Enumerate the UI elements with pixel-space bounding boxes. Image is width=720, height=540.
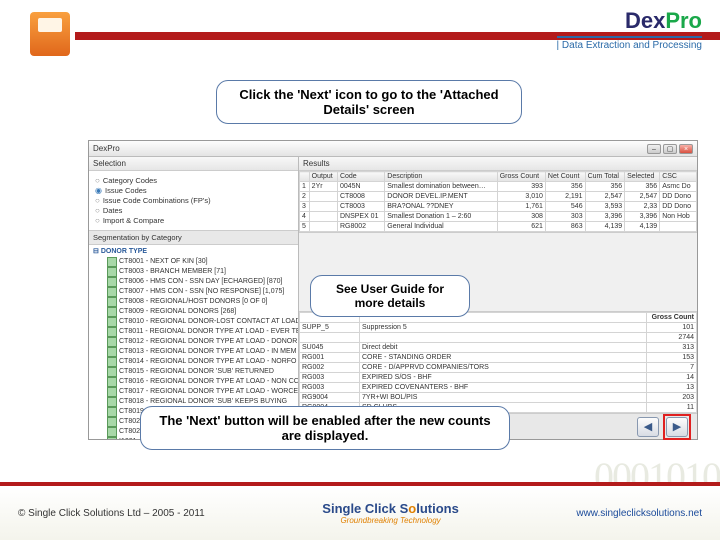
table-row[interactable]: 2744: [300, 333, 697, 343]
radio-category-codes[interactable]: Category Codes: [95, 176, 292, 185]
table-row[interactable]: RG003EXPIRED COVENANTERS - BHF13: [300, 383, 697, 393]
table-row[interactable]: RG002CORE - D/APPRVD COMPANIES/TORS7: [300, 363, 697, 373]
table-row[interactable]: 12Yr0045NSmallest domination between…393…: [300, 182, 697, 192]
tree-item[interactable]: CT8009 - REGIONAL DONORS [268]: [93, 307, 294, 317]
results-grid[interactable]: OutputCodeDescriptionGross CountNet Coun…: [299, 171, 697, 233]
brand-logo: DexPro | Data Extraction and Processing: [557, 8, 702, 51]
footer-url: www.singleclicksolutions.net: [576, 508, 702, 519]
app-title: DexPro: [93, 144, 647, 153]
tree-item[interactable]: CT8003 - BRANCH MEMBER [71]: [93, 267, 294, 277]
tree-item[interactable]: CT8014 - REGIONAL DONOR TYPE AT LOAD - N…: [93, 357, 294, 367]
back-button[interactable]: ◀: [637, 417, 659, 437]
minimize-button[interactable]: –: [647, 144, 661, 154]
suppression-grid[interactable]: Gross Count SUPP_5Suppression 51012744SU…: [299, 311, 697, 413]
table-row[interactable]: RG003EXPIRED S/OS - BHF14: [300, 373, 697, 383]
tree-item[interactable]: CT8001 - NEXT OF KIN [30]: [93, 257, 294, 267]
left-panel: Selection Category Codes Issue Codes Iss…: [89, 157, 299, 439]
tree-item[interactable]: CT8008 - REGIONAL/HOST DONORS [0 OF 0]: [93, 297, 294, 307]
callout-guide: See User Guide for more details: [310, 275, 470, 317]
table-row[interactable]: RG001CORE - STANDING ORDER153: [300, 353, 697, 363]
table-row[interactable]: RG90047YR+WI BOL/PIS203: [300, 393, 697, 403]
brand-dex: Dex: [625, 8, 665, 33]
table-row[interactable]: SUPP_5Suppression 5101: [300, 323, 697, 333]
footer-brand: Single Click Solutions Groundbreaking Te…: [322, 501, 459, 525]
table-row[interactable]: SU045Direct debit313: [300, 343, 697, 353]
radio-issue-combos[interactable]: Issue Code Combinations (FP's): [95, 196, 292, 205]
tree-root[interactable]: ⊟ DONOR TYPE: [93, 247, 294, 257]
table-row[interactable]: 4DNSPEX 01Smallest Donation 1 – 2:603083…: [300, 212, 697, 222]
tree-item[interactable]: CT8013 - REGIONAL DONOR TYPE AT LOAD - I…: [93, 347, 294, 357]
selection-radios: Category Codes Issue Codes Issue Code Co…: [89, 171, 298, 230]
tree-item[interactable]: CT8012 - REGIONAL DONOR TYPE AT LOAD - D…: [93, 337, 294, 347]
table-row[interactable]: 5RG8002General Individual6218634,1394,13…: [300, 222, 697, 232]
radio-issue-codes[interactable]: Issue Codes: [95, 186, 292, 195]
tree-item[interactable]: CT8016 - REGIONAL DONOR TYPE AT LOAD - N…: [93, 377, 294, 387]
segmentation-header: Segmentation by Category: [89, 230, 298, 245]
brand-pro: Pro: [665, 8, 702, 33]
tree-item[interactable]: CT8011 - REGIONAL DONOR TYPE AT LOAD - E…: [93, 327, 294, 337]
radio-dates[interactable]: Dates: [95, 206, 292, 215]
tree-item[interactable]: CT8015 - REGIONAL DONOR 'SUB' RETURNED: [93, 367, 294, 377]
table-row[interactable]: 2CT8008DONOR DEVEL.IP.MENT3,0102,1912,54…: [300, 192, 697, 202]
maximize-button[interactable]: ▢: [663, 144, 677, 154]
app-titlebar[interactable]: DexPro – ▢ ×: [89, 141, 697, 157]
window-buttons: – ▢ ×: [647, 144, 693, 154]
tree-item[interactable]: CT8017 - REGIONAL DONOR TYPE AT LOAD - W…: [93, 387, 294, 397]
logo-cube-icon: [30, 12, 70, 56]
radio-import-compare[interactable]: Import & Compare: [95, 216, 292, 225]
tree-item[interactable]: CT8007 - HMS CON - SSN [NO RESPONSE] [1,…: [93, 287, 294, 297]
brand-tagline: | Data Extraction and Processing: [557, 36, 702, 51]
next-button[interactable]: ▶: [666, 417, 688, 437]
callout-instruction-bottom: The 'Next' button will be enabled after …: [140, 406, 510, 450]
copyright: © Single Click Solutions Ltd – 2005 - 20…: [18, 508, 205, 519]
results-header: Results: [299, 157, 697, 171]
tree-item[interactable]: CT8010 - REGIONAL DONOR-LOST CONTACT AT …: [93, 317, 294, 327]
slide-footer: © Single Click Solutions Ltd – 2005 - 20…: [0, 482, 720, 540]
slide-header: DexPro | Data Extraction and Processing: [0, 0, 720, 62]
close-button[interactable]: ×: [679, 144, 693, 154]
next-highlight-ring: ▶: [663, 414, 691, 440]
selection-header: Selection: [89, 157, 298, 171]
table-row[interactable]: 3CT8003BRA?ONAL ??DNEY1,7615463,5932,33D…: [300, 202, 697, 212]
tree-item[interactable]: CT8006 - HMS CON - SSN DAY [ECHARGED] [8…: [93, 277, 294, 287]
callout-instruction-top: Click the 'Next' icon to go to the 'Atta…: [216, 80, 522, 124]
